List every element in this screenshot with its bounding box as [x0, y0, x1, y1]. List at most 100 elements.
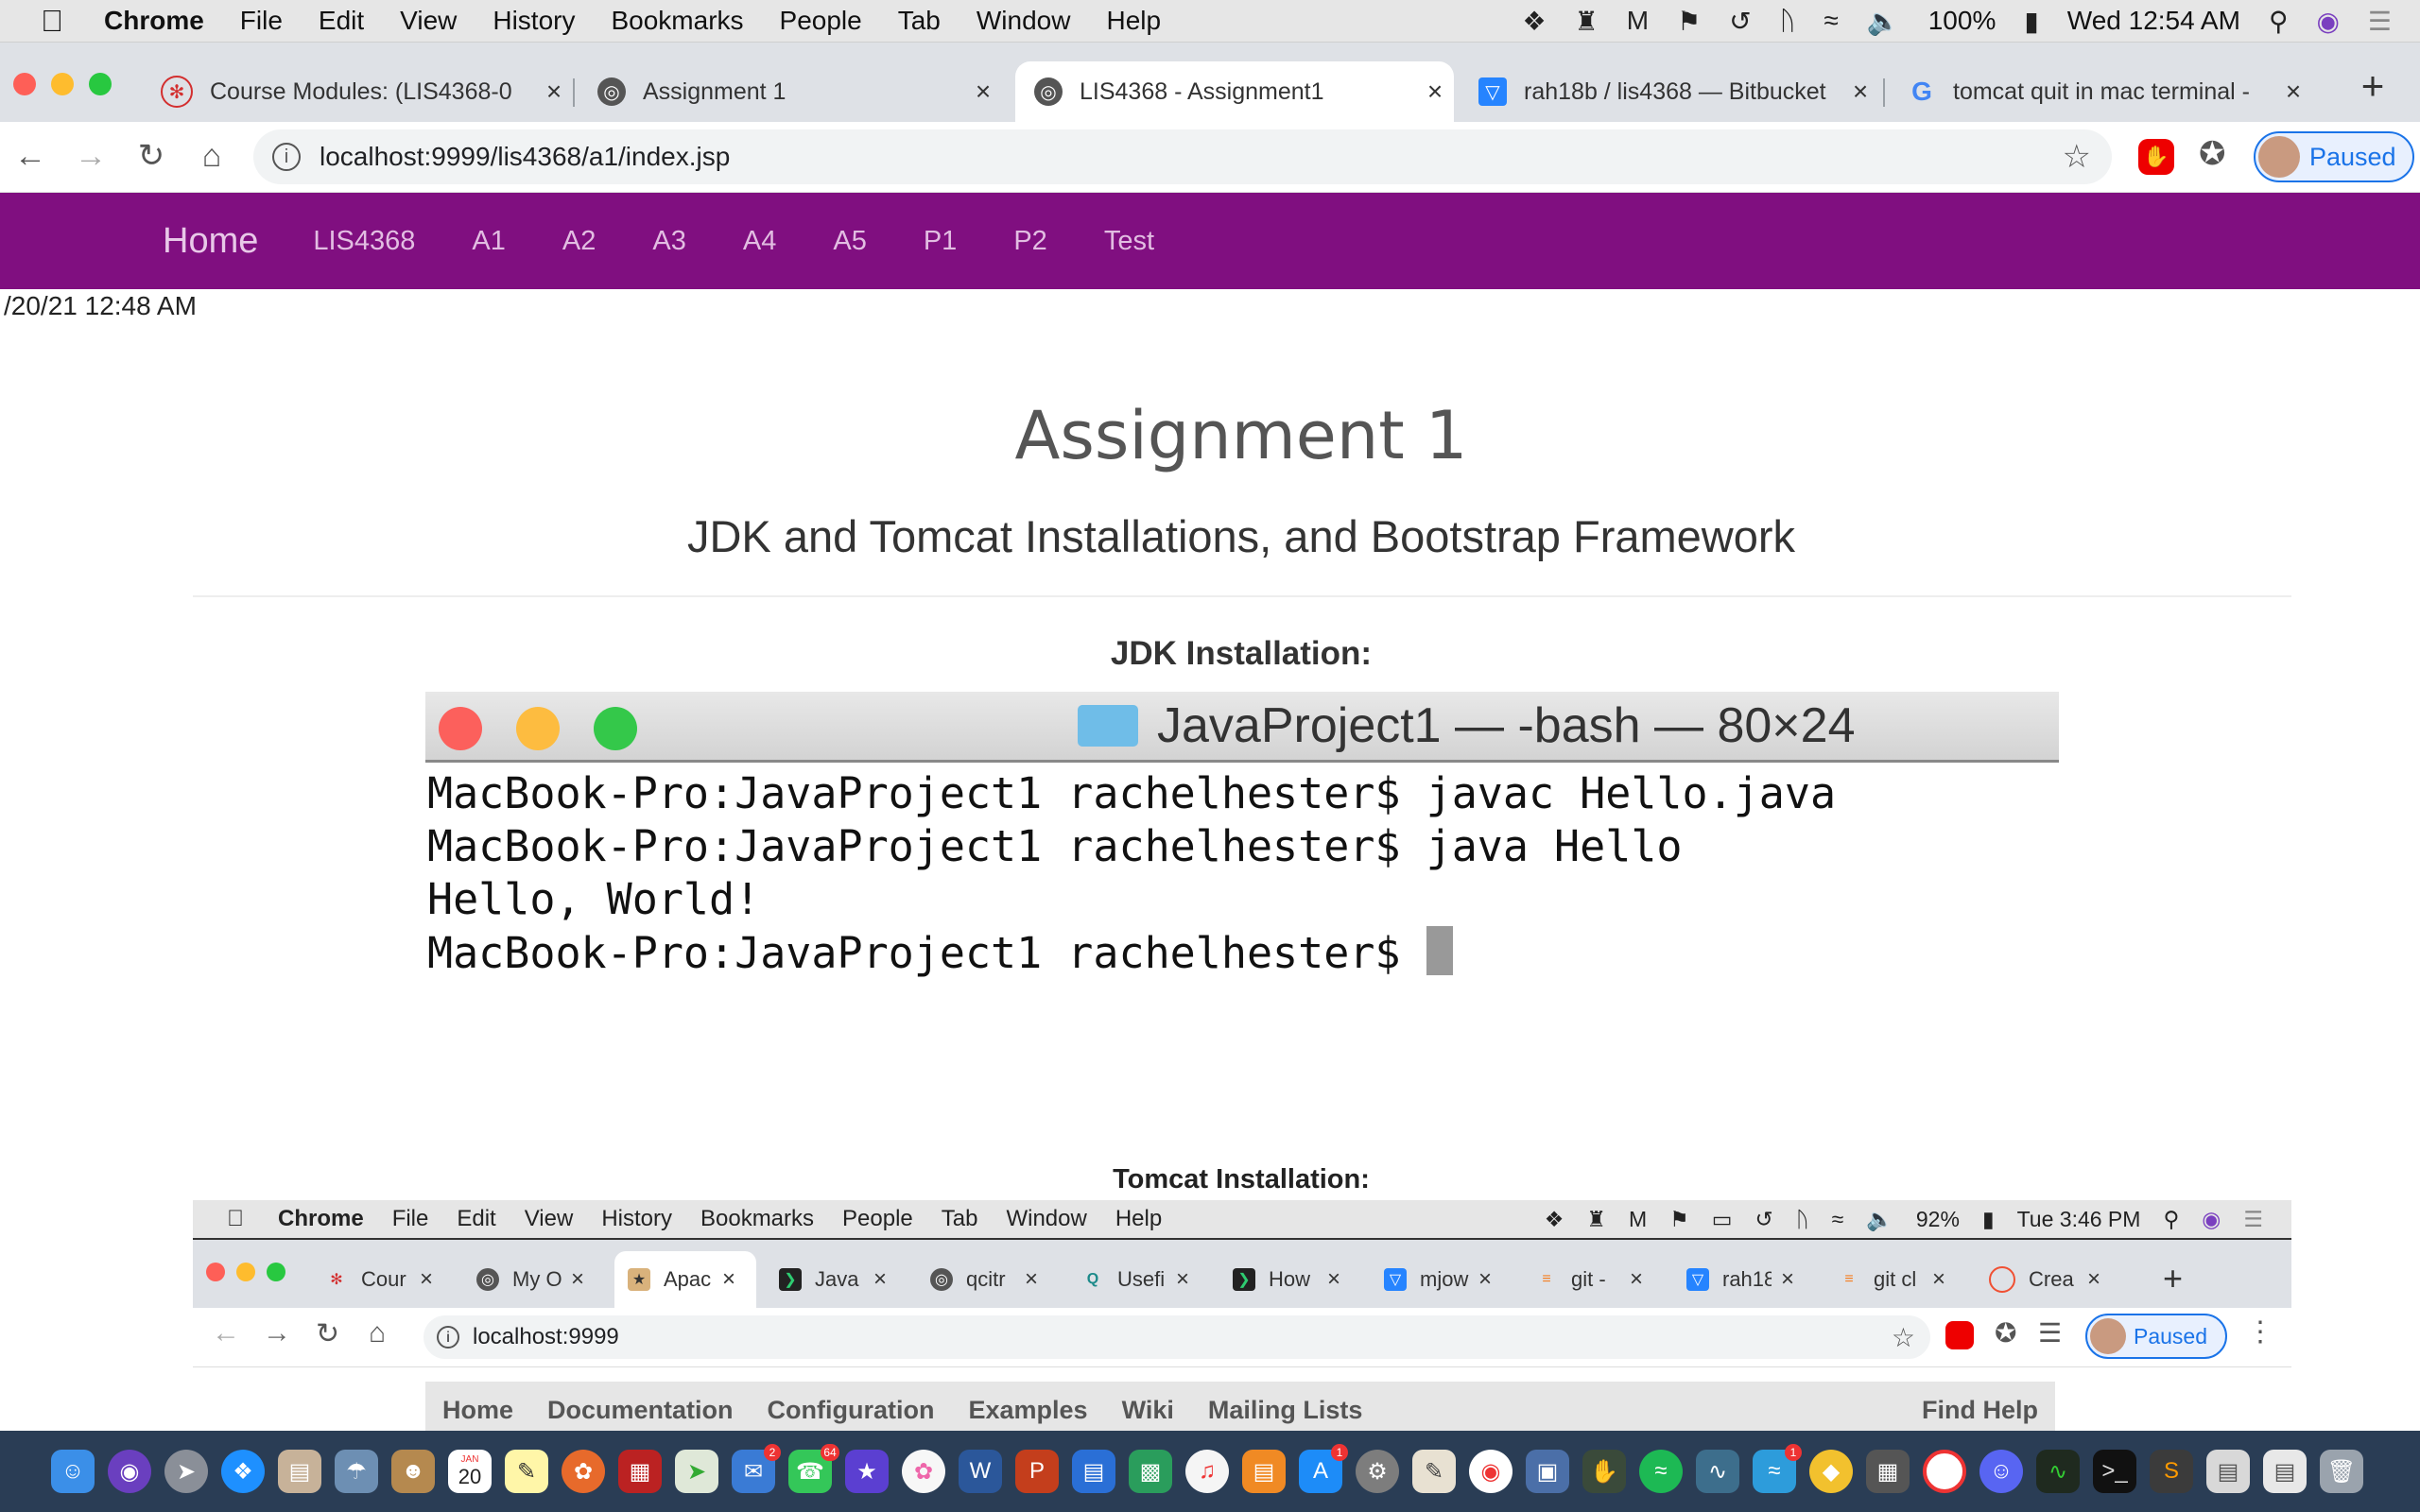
- window-zoom-button[interactable]: [89, 73, 112, 95]
- menu-help[interactable]: Help: [1106, 6, 1161, 36]
- calendar-icon[interactable]: JAN 20: [448, 1450, 492, 1493]
- safari-icon[interactable]: ❖: [221, 1450, 265, 1493]
- apple-menu-icon[interactable]: : [0, 4, 104, 39]
- close-tab-icon[interactable]: ×: [1841, 77, 1879, 107]
- back-icon[interactable]: ←: [9, 135, 51, 177]
- menu-chrome[interactable]: Chrome: [104, 6, 204, 36]
- notes-stickies-icon[interactable]: ▤: [278, 1450, 321, 1493]
- menu-edit[interactable]: Edit: [319, 6, 364, 36]
- powerpoint-icon[interactable]: P: [1015, 1450, 1059, 1493]
- menu-tab[interactable]: Tab: [898, 6, 941, 36]
- nav-link-a2[interactable]: A2: [562, 226, 596, 257]
- menu-window[interactable]: Window: [977, 6, 1071, 36]
- photo-booth-icon[interactable]: ▦: [618, 1450, 662, 1493]
- sublime-text-icon[interactable]: S: [2150, 1450, 2193, 1493]
- nav-link-p2[interactable]: P2: [1013, 226, 1046, 257]
- window-close-button[interactable]: [13, 73, 36, 95]
- time-machine-icon[interactable]: ↺: [1729, 6, 1751, 37]
- siri-icon[interactable]: ◉: [2316, 6, 2339, 37]
- navbar-brand-home[interactable]: Home: [163, 221, 258, 262]
- document-icon[interactable]: ▤: [2206, 1450, 2250, 1493]
- messages-icon[interactable]: ✉ 2: [732, 1444, 781, 1493]
- window-minimize-button[interactable]: [51, 73, 74, 95]
- tab-course-modules[interactable]: ✻ Course Modules: (LIS4368-0 ×: [142, 61, 573, 122]
- menu-file[interactable]: File: [240, 6, 283, 36]
- nav-link-a4[interactable]: A4: [743, 226, 776, 257]
- new-tab-icon[interactable]: +: [2352, 65, 2394, 107]
- downloads-icon[interactable]: ▤: [2263, 1450, 2307, 1493]
- numbers-icon[interactable]: ▩: [1129, 1450, 1172, 1493]
- close-tab-icon[interactable]: ×: [535, 77, 573, 107]
- flag-icon[interactable]: ⚑: [1677, 6, 1701, 37]
- hand-app-icon[interactable]: ✋: [1582, 1450, 1626, 1493]
- tab-lis4368-assignment1[interactable]: ◎ LIS4368 - Assignment1 ×: [1015, 61, 1454, 122]
- launchpad-icon[interactable]: ➤: [164, 1450, 208, 1493]
- nav-link-a5[interactable]: A5: [833, 226, 866, 257]
- tab-bitbucket[interactable]: ▽ rah18b / lis4368 — Bitbucket ×: [1460, 61, 1879, 122]
- pokeball-icon[interactable]: [1923, 1450, 1966, 1493]
- keynote-icon[interactable]: ▤: [1072, 1450, 1115, 1493]
- close-tab-icon[interactable]: ×: [964, 77, 1002, 107]
- adblock-icon[interactable]: ✋: [2138, 139, 2174, 175]
- malwarebytes-icon[interactable]: M: [1627, 6, 1649, 36]
- menu-people[interactable]: People: [780, 6, 862, 36]
- chrome-icon[interactable]: ◉: [1469, 1450, 1512, 1493]
- address-bar[interactable]: i localhost:9999/lis4368/a1/index.jsp ☆: [253, 129, 2112, 184]
- terminal-icon[interactable]: >_: [2093, 1450, 2136, 1493]
- site-info-icon[interactable]: i: [272, 143, 301, 171]
- home-icon[interactable]: ⌂: [191, 135, 233, 177]
- bluetooth-icon[interactable]: ᚢ: [1780, 6, 1796, 36]
- nav-link-lis4368[interactable]: LIS4368: [313, 226, 415, 257]
- dbeaver-icon[interactable]: ▦: [1866, 1450, 1910, 1493]
- nav-link-a3[interactable]: A3: [652, 226, 685, 257]
- photos-icon[interactable]: ✿: [902, 1450, 945, 1493]
- mysql-workbench-icon[interactable]: ∿: [1696, 1450, 1739, 1493]
- notification-center-icon[interactable]: ☰: [2368, 6, 2392, 37]
- wifi-icon[interactable]: ≈: [1824, 6, 1838, 36]
- nav-link-test[interactable]: Test: [1104, 226, 1154, 257]
- discord-icon[interactable]: ☺: [1979, 1450, 2023, 1493]
- mysql-dolphin-icon[interactable]: ≈1: [1753, 1444, 1802, 1493]
- extensions-puzzle-icon[interactable]: ✪: [2199, 135, 2226, 173]
- music-icon[interactable]: ♫: [1185, 1450, 1229, 1493]
- nav-link-a1[interactable]: A1: [472, 226, 505, 257]
- imovie-star-icon[interactable]: ★: [845, 1450, 889, 1493]
- siri-icon[interactable]: ◉: [108, 1450, 151, 1493]
- forward-icon[interactable]: →: [70, 135, 112, 177]
- volume-icon[interactable]: 🔈: [1867, 6, 1900, 37]
- preview-icon[interactable]: ☂: [335, 1450, 378, 1493]
- tab-tomcat-quit[interactable]: G tomcat quit in mac terminal - ×: [1889, 61, 2312, 122]
- menu-bookmarks[interactable]: Bookmarks: [611, 6, 743, 36]
- spotify-icon[interactable]: ≈: [1639, 1450, 1683, 1493]
- books-icon[interactable]: ▤: [1242, 1450, 1286, 1493]
- activity-monitor-icon[interactable]: ∿: [2036, 1450, 2080, 1493]
- bookmark-star-icon[interactable]: ☆: [2063, 138, 2091, 176]
- word-icon[interactable]: W: [959, 1450, 1002, 1493]
- close-tab-icon[interactable]: ×: [1416, 77, 1454, 107]
- app-store-icon[interactable]: A1: [1299, 1444, 1348, 1493]
- menu-history[interactable]: History: [493, 6, 575, 36]
- contacts-icon[interactable]: ☻: [391, 1450, 435, 1493]
- facetime-icon[interactable]: ☎ 64: [788, 1444, 839, 1493]
- nav-link-p1[interactable]: P1: [924, 226, 957, 257]
- address-url[interactable]: localhost:9999/lis4368/a1/index.jsp: [320, 142, 730, 172]
- trash-icon[interactable]: 🗑: [2320, 1450, 2363, 1493]
- battery-icon[interactable]: ▮: [2024, 6, 2038, 37]
- virtualbox-icon[interactable]: ▣: [1526, 1450, 1569, 1493]
- tab-assignment-1[interactable]: ◎ Assignment 1 ×: [579, 61, 1002, 122]
- spotlight-search-icon[interactable]: ⚲: [2269, 6, 2289, 37]
- menu-view[interactable]: View: [400, 6, 457, 36]
- textedit-icon[interactable]: ✎: [1412, 1450, 1456, 1493]
- notes-icon[interactable]: ✎: [505, 1450, 548, 1493]
- netbeans-icon[interactable]: ◆: [1809, 1450, 1853, 1493]
- firefox-icon[interactable]: ✿: [562, 1450, 605, 1493]
- tower-icon[interactable]: ♜: [1575, 6, 1599, 37]
- system-preferences-icon[interactable]: ⚙: [1356, 1450, 1399, 1493]
- profile-paused-button[interactable]: Paused: [2254, 131, 2414, 182]
- dropbox-icon[interactable]: ❖: [1523, 6, 1547, 37]
- menubar-clock[interactable]: Wed 12:54 AM: [2067, 6, 2240, 36]
- maps-icon[interactable]: ➤: [675, 1450, 718, 1493]
- finder-icon[interactable]: ☺: [51, 1450, 95, 1493]
- close-tab-icon[interactable]: ×: [2274, 77, 2312, 107]
- reload-icon[interactable]: ↻: [130, 135, 172, 177]
